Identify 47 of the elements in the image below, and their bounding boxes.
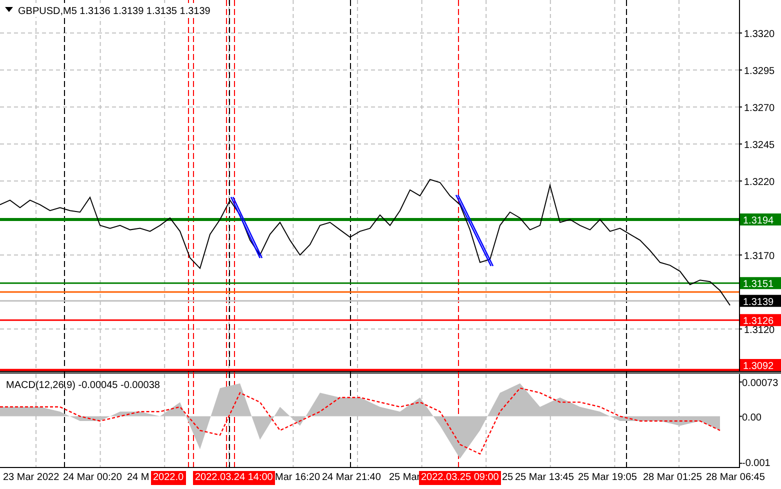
y-tick-label: 0.00	[742, 412, 762, 424]
ref-line-label: 1.3139	[743, 296, 774, 308]
time-label: Mar 16:20	[275, 472, 320, 484]
time-marker: 2022.0	[151, 471, 186, 485]
macd-tick: -0.001	[738, 458, 770, 468]
header-label: GBPUSD,M5 1.3136 1.3139 1.3135 1.3139	[5, 6, 210, 17]
macd-tick: 0.00073	[738, 378, 778, 389]
ref-line-label: 1.3126	[743, 316, 774, 328]
price-tag: 1.3151	[740, 277, 781, 290]
macd-tick: 0.00	[738, 412, 762, 424]
ref-line-label: 1.3092	[743, 361, 774, 372]
ref-line-label: 1.3194	[743, 215, 774, 226]
price-tag: 1.3126	[740, 314, 781, 328]
time-label: 28 Mar 01:25	[643, 472, 702, 484]
time-label: 25 Mar 13:45	[515, 472, 574, 484]
time-label: 25	[502, 472, 514, 484]
price-tag: 1.3139	[740, 294, 781, 308]
trend-line-drawing	[230, 196, 263, 258]
time-label: 25 Mar 19:05	[578, 472, 637, 484]
price-tick: 1.3120	[738, 324, 775, 336]
y-tick-label: 1.3295	[744, 66, 776, 77]
price-tick: 1.3170	[738, 250, 775, 262]
y-tick-label: -0.001	[742, 458, 771, 469]
price-tag: 1.3194	[740, 213, 781, 226]
price-tick: 1.3320	[738, 29, 775, 40]
time-marker: 2022.03.25 09:00	[419, 471, 501, 485]
y-tick-label: 1.3220	[744, 176, 776, 188]
price-tag: 1.3092	[740, 359, 781, 372]
time-label: 23 Mar 2022	[3, 472, 60, 484]
time-label: 24 M	[127, 472, 150, 484]
y-tick-label: 1.3320	[744, 29, 776, 40]
price-tick: 1.3245	[738, 140, 775, 151]
y-tick-label: 1.3245	[744, 140, 776, 151]
y-tick-label: 1.3270	[744, 102, 776, 114]
time-marker: 2022.03.24 14:00	[193, 471, 275, 485]
time-label: 24 Mar 21:40	[322, 472, 381, 484]
time-label: 25 Mar	[389, 472, 420, 484]
price-tick: 1.3295	[738, 66, 775, 77]
y-tick-label: 1.3120	[744, 324, 776, 336]
price-tick: 1.3270	[738, 103, 775, 114]
trend-line-drawing	[455, 194, 494, 266]
time-label: 24 Mar 00:20	[63, 472, 122, 484]
indicator-title: MACD(12,26,9) -0.00045 -0.00038	[6, 380, 160, 391]
time-label: 28 Mar 06:45	[706, 472, 765, 484]
price-tick: 1.3220	[738, 176, 775, 188]
ref-line-label: 1.3151	[743, 279, 774, 290]
y-tick-label: 1.3170	[744, 250, 776, 262]
